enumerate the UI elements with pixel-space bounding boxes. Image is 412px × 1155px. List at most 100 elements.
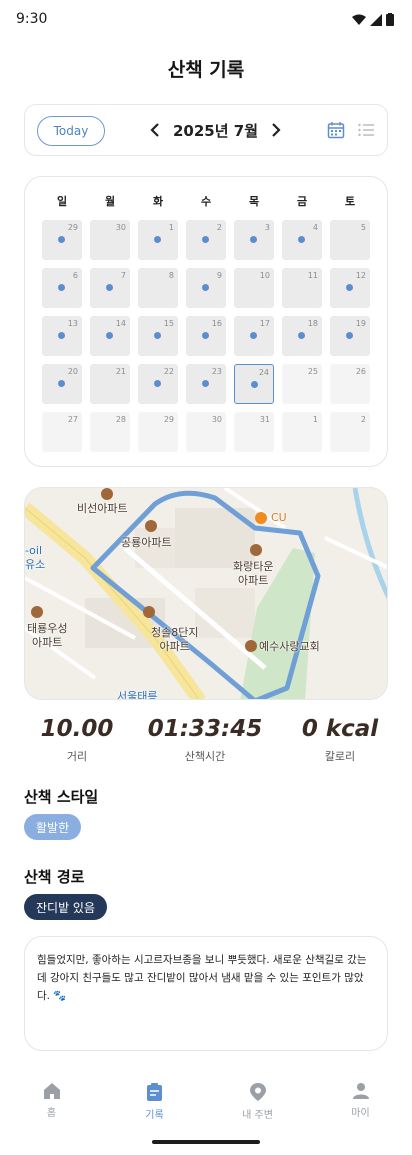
route-map[interactable]: 비선아파트 공룡아파트 화랑타운 아파트 태룡우성 아파트 청솔8단지 아파트 … — [24, 487, 388, 700]
calendar-day-number: 11 — [307, 271, 318, 280]
calendar-day[interactable]: 30 — [90, 220, 130, 260]
calendar-day-number: 30 — [211, 415, 222, 424]
location-pin-icon — [249, 1083, 266, 1101]
month-navigator: 2025년 7월 — [147, 117, 284, 143]
calendar-icon[interactable] — [327, 121, 345, 143]
date-selector: Today 2025년 7월 — [24, 104, 388, 156]
map-pin — [145, 520, 157, 532]
walk-record-dot — [202, 332, 209, 339]
calendar-day[interactable]: 19 — [330, 316, 370, 356]
status-bar: 9:30 — [0, 0, 412, 40]
walk-record-dot — [58, 284, 65, 291]
list-icon[interactable] — [357, 121, 375, 143]
calendar-day[interactable]: 20 — [42, 364, 82, 404]
calendar-day[interactable]: 26 — [330, 364, 370, 404]
calendar-day[interactable]: 18 — [282, 316, 322, 356]
walk-stats: 10.00 거리 01:33:45 산책시간 0 kcal 칼로리 — [24, 716, 388, 766]
walk-style-tag: 활발한 — [24, 814, 82, 840]
nav-home-label: 홈 — [46, 1108, 57, 1119]
home-indicator — [152, 1140, 260, 1144]
map-canvas — [25, 488, 387, 699]
nav-record[interactable]: 기록 — [103, 1072, 206, 1132]
calendar-day[interactable]: 22 — [138, 364, 178, 404]
calendar-day-number: 23 — [211, 367, 222, 376]
nav-my-label: 마이 — [351, 1108, 370, 1119]
calendar-day[interactable]: 9 — [186, 268, 226, 308]
calendar-day-number: 27 — [67, 415, 78, 424]
map-pin — [250, 544, 262, 556]
calendar-day[interactable]: 14 — [90, 316, 130, 356]
calendar-day[interactable]: 6 — [42, 268, 82, 308]
calendar-day[interactable]: 28 — [90, 412, 130, 452]
weekday-label: 금 — [296, 195, 308, 208]
weekday-header: 일 월 화 수 목 금 토 — [42, 193, 371, 209]
walk-route-title: 산책 경로 — [24, 868, 85, 886]
calendar-day[interactable]: 17 — [234, 316, 274, 356]
calendar-day[interactable]: 27 — [42, 412, 82, 452]
month-label: 2025년 7월 — [173, 121, 259, 140]
nav-nearby[interactable]: 내 주변 — [206, 1072, 309, 1132]
today-button[interactable]: Today — [37, 116, 105, 146]
calendar-day[interactable]: 16 — [186, 316, 226, 356]
calendar-day[interactable]: 23 — [186, 364, 226, 404]
calendar-day[interactable]: 3 — [234, 220, 274, 260]
calendar-day[interactable]: 29 — [138, 412, 178, 452]
calendar-day-number: 30 — [115, 223, 126, 232]
calendar-day-number: 16 — [211, 319, 222, 328]
person-icon — [352, 1083, 369, 1099]
calendar-day[interactable]: 15 — [138, 316, 178, 356]
weekday-label: 일 — [56, 195, 68, 208]
calendar-day-number: 1 — [168, 223, 174, 232]
calendar-day-number: 13 — [67, 319, 78, 328]
calendar-day[interactable]: 7 — [90, 268, 130, 308]
time-label: 산책시간 — [184, 750, 226, 763]
calendar-day-number: 10 — [259, 271, 270, 280]
calendar-day-number: 14 — [115, 319, 126, 328]
map-pin — [31, 606, 43, 618]
nav-record-label: 기록 — [145, 1110, 164, 1121]
battery-icon — [386, 13, 394, 26]
calendar-day[interactable]: 31 — [234, 412, 274, 452]
map-label-apartment: 비선아파트 — [77, 502, 128, 515]
calendar-day[interactable]: 29 — [42, 220, 82, 260]
status-time: 9:30 — [16, 11, 48, 27]
calendar-day[interactable]: 11 — [282, 268, 322, 308]
calendar-day-number: 19 — [355, 319, 366, 328]
calendar-day[interactable]: 25 — [282, 364, 322, 404]
status-icons — [352, 13, 394, 26]
chevron-right-icon[interactable] — [268, 117, 284, 143]
page-title: 산책 기록 — [167, 59, 245, 81]
calendar-day[interactable]: 2 — [330, 412, 370, 452]
map-pin-store — [255, 512, 267, 524]
chevron-left-icon[interactable] — [147, 117, 163, 143]
calendar-day[interactable]: 4 — [282, 220, 322, 260]
nav-nearby-label: 내 주변 — [242, 1110, 273, 1121]
calendar-day[interactable]: 30 — [186, 412, 226, 452]
nav-my[interactable]: 마이 — [309, 1072, 412, 1132]
weekday-label: 화 — [152, 195, 164, 208]
calendar-day[interactable]: 2 — [186, 220, 226, 260]
calendar-day[interactable]: 1 — [282, 412, 322, 452]
walk-record-dot — [154, 332, 161, 339]
map-label-apartment: 화랑타운 아파트 — [233, 560, 274, 587]
nav-home[interactable]: 홈 — [0, 1072, 103, 1132]
calendar-day-number: 29 — [67, 223, 78, 232]
weekday-label: 토 — [344, 195, 356, 208]
calendar-day-number: 7 — [120, 271, 126, 280]
calendar-day-number: 12 — [355, 271, 366, 280]
calendar-day-number: 24 — [258, 368, 269, 377]
calendar-day-number: 29 — [163, 415, 174, 424]
walk-record-dot — [202, 236, 209, 243]
calendar: 일 월 화 수 목 금 토 29 30 1 2 3 4 5 6 7 8 9 10 11 12 13 14 15 1… — [24, 176, 388, 467]
calendar-day-selected[interactable]: 24 — [234, 364, 274, 404]
calendar-day[interactable]: 1 — [138, 220, 178, 260]
calendar-day[interactable]: 8 — [138, 268, 178, 308]
calendar-day-number: 15 — [163, 319, 174, 328]
calendar-day[interactable]: 5 — [330, 220, 370, 260]
calendar-day[interactable]: 13 — [42, 316, 82, 356]
calendar-day[interactable]: 12 — [330, 268, 370, 308]
walk-record-dot — [346, 332, 353, 339]
calendar-day[interactable]: 10 — [234, 268, 274, 308]
calendar-day[interactable]: 21 — [90, 364, 130, 404]
calendar-day-number: 18 — [307, 319, 318, 328]
